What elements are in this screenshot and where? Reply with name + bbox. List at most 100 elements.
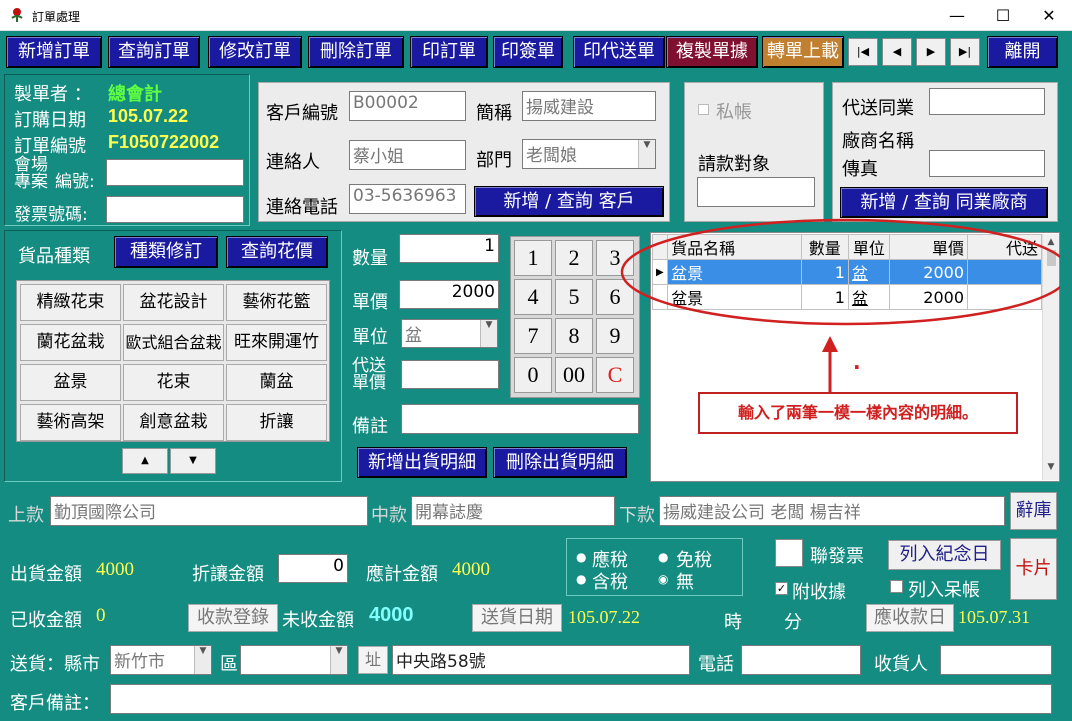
nav-last-button[interactable]: ▶| (950, 38, 980, 66)
scroll-up-button[interactable]: ▲ (122, 448, 168, 474)
nav-first-button[interactable]: |◀ (848, 38, 878, 66)
due-date-button[interactable]: 應收款日 (866, 604, 954, 632)
transfer-upload-button[interactable]: 轉單上載 (762, 36, 844, 68)
private-checkbox[interactable] (698, 104, 709, 115)
print-proxy-button[interactable]: 印代送單 (573, 36, 665, 68)
delivery-label: 送貨：縣市 (10, 654, 100, 675)
venue-input[interactable] (106, 159, 244, 186)
discount-input[interactable]: 0 (278, 554, 348, 583)
edit-order-button[interactable]: 修改訂單 (208, 36, 302, 68)
customer-id-input[interactable]: B00002 (349, 91, 466, 121)
copy-doc-button[interactable]: 複製單據 (666, 36, 758, 68)
unit-label: 單位 (352, 327, 388, 348)
fax-input[interactable] (929, 150, 1045, 177)
district-select[interactable]: ▼ (240, 645, 348, 675)
category-item[interactable]: 花束 (123, 364, 224, 401)
add-detail-button[interactable]: 新增出貨明細 (357, 447, 487, 478)
lower-input[interactable]: 揚威建設公司 老闆 楊吉祥 (659, 496, 1005, 526)
peer-input[interactable] (929, 88, 1045, 115)
receiver-input[interactable] (940, 645, 1052, 675)
upper-input[interactable]: 勤頂國際公司 (50, 496, 368, 526)
unpaid-label: 未收金額 (282, 610, 354, 631)
category-item[interactable]: 精緻花束 (20, 284, 121, 321)
middle-input[interactable]: 開幕誌慶 (411, 496, 615, 526)
print-sign-button[interactable]: 印簽單 (493, 36, 563, 68)
annotation-callout: 輸入了兩筆一模一樣內容的明細。 (698, 392, 1018, 434)
nav-prev-button[interactable]: ◀ (882, 38, 912, 66)
invoice-label: 發票號碼: (14, 205, 88, 225)
note-input[interactable] (401, 404, 639, 434)
print-order-button[interactable]: 印訂單 (410, 36, 488, 68)
address-input[interactable]: 中央路58號 (392, 645, 690, 675)
receipt-label: 附收據 (792, 582, 846, 603)
category-item[interactable]: 蘭盆 (226, 364, 327, 401)
joint-invoice-checkbox[interactable] (775, 539, 803, 567)
customer-id-label: 客戶編號 (266, 103, 338, 124)
tax-none-label[interactable]: 無 (676, 568, 694, 594)
radio-exempt-icon[interactable]: ● (658, 550, 668, 564)
receipt-checkbox[interactable]: ✓ (775, 582, 788, 595)
query-order-button[interactable]: 查詢訂單 (108, 36, 200, 68)
phone-input[interactable]: 03-5636963 (349, 184, 466, 214)
maximize-button[interactable]: ☐ (980, 0, 1026, 31)
short-name-input[interactable]: 揚威建設 (522, 91, 656, 121)
close-button[interactable]: ✕ (1026, 0, 1072, 31)
category-item[interactable]: 盆景 (20, 364, 121, 401)
radio-inclusive-icon[interactable]: ● (576, 572, 586, 586)
keypad-key[interactable]: 2 (555, 240, 593, 276)
minimize-button[interactable]: — (934, 0, 980, 31)
delete-order-button[interactable]: 刪除訂單 (308, 36, 404, 68)
leave-button[interactable]: 離開 (987, 36, 1058, 68)
keypad-key[interactable]: 7 (514, 318, 552, 354)
phrase-library-button[interactable]: 辭庫 (1010, 492, 1057, 530)
date-label: 訂購日期 (14, 110, 86, 131)
keypad-key[interactable]: 00 (555, 357, 593, 393)
customer-note-input[interactable] (110, 684, 1052, 714)
category-item[interactable]: 旺來開運竹 (226, 324, 327, 361)
qty-input[interactable]: 1 (399, 234, 499, 263)
category-item[interactable]: 蘭花盆栽 (20, 324, 121, 361)
category-item[interactable]: 藝術高架 (20, 404, 121, 441)
category-item[interactable]: 歐式組合盆栽 (123, 324, 224, 361)
city-select[interactable]: 新竹市 ▼ (110, 645, 212, 675)
billing-target-label: 請款對象 (698, 154, 770, 175)
receive-entry-button[interactable]: 收款登錄 (188, 604, 278, 632)
category-item[interactable]: 盆花設計 (123, 284, 224, 321)
billing-target-input[interactable] (697, 177, 815, 207)
tax-inclusive-label[interactable]: 含稅 (592, 568, 628, 594)
category-revise-button[interactable]: 種類修訂 (114, 236, 218, 268)
joint-invoice-label: 聯發票 (810, 546, 864, 567)
unit-value: 盆 (405, 326, 422, 346)
address-button[interactable]: 址 (358, 646, 388, 674)
price-input[interactable]: 2000 (399, 280, 499, 309)
memorial-day-button[interactable]: 列入紀念日 (888, 540, 1001, 570)
query-price-button[interactable]: 查詢花價 (226, 236, 328, 268)
dept-select[interactable]: 老闆娘 ▼ (522, 139, 656, 169)
keypad-key[interactable]: 8 (555, 318, 593, 354)
radio-taxable-icon[interactable]: ● (576, 550, 586, 564)
radio-none-icon[interactable]: ◉ (658, 572, 668, 586)
scroll-down-button[interactable]: ▼ (170, 448, 216, 474)
due-date-value: 105.07.31 (958, 607, 1030, 627)
invoice-input[interactable] (106, 196, 244, 223)
card-button[interactable]: 卡片 (1010, 538, 1057, 600)
nav-next-button[interactable]: ▶ (916, 38, 946, 66)
annotation-arrow-head (822, 336, 838, 352)
category-item[interactable]: 折讓 (226, 404, 327, 441)
unit-select[interactable]: 盆 ▼ (401, 319, 498, 348)
contact-input[interactable]: 蔡小姐 (349, 140, 466, 170)
deliver-date-button[interactable]: 送貨日期 (472, 604, 562, 632)
bad-debt-checkbox[interactable] (890, 580, 903, 593)
delete-detail-button[interactable]: 刪除出貨明細 (493, 447, 627, 478)
contact-label: 連絡人 (266, 152, 320, 173)
delivery-phone-input[interactable] (741, 645, 861, 675)
category-item[interactable]: 藝術花籃 (226, 284, 327, 321)
unpaid-value: 4000 (369, 604, 414, 626)
keypad-key[interactable]: 4 (514, 279, 552, 315)
category-item[interactable]: 創意盆栽 (123, 404, 224, 441)
keypad-key[interactable]: 1 (514, 240, 552, 276)
new-order-button[interactable]: 新增訂單 (6, 36, 102, 68)
keypad-key[interactable]: 0 (514, 357, 552, 393)
proxy-price-input[interactable] (401, 360, 499, 389)
keypad-key[interactable]: 5 (555, 279, 593, 315)
